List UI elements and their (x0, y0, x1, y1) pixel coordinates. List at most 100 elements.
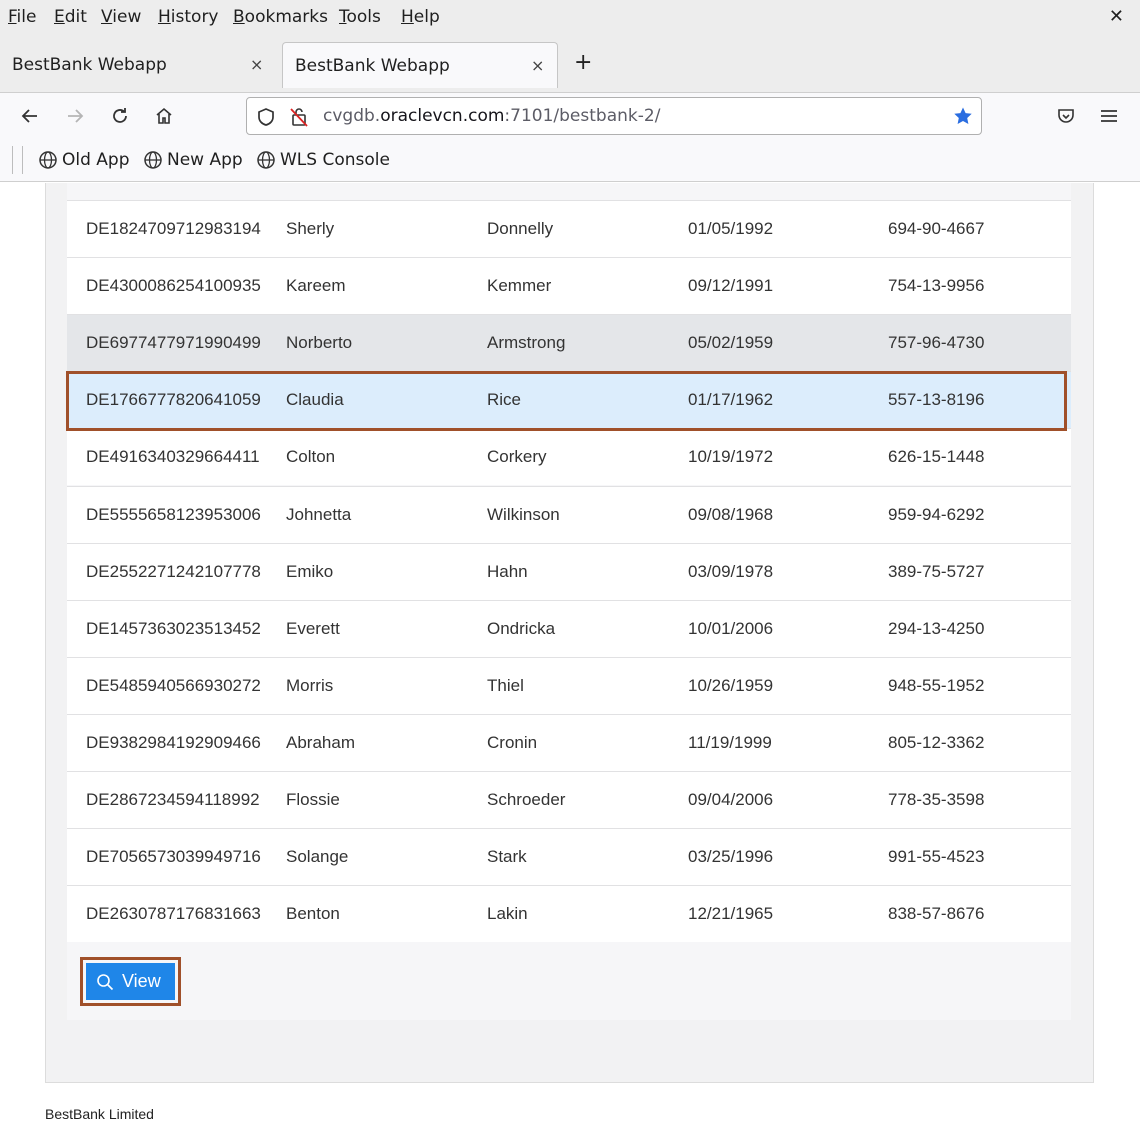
cell-account-id: DE6977477971990499 (86, 333, 261, 352)
cell-last-name: Lakin (487, 904, 528, 923)
cell-account-id: DE5555658123953006 (86, 505, 261, 524)
cell-birth-date: 09/12/1991 (688, 276, 774, 295)
cell-first-name: Morris (286, 676, 334, 695)
cell-account-id: DE4300086254100935 (86, 276, 261, 295)
menu-bookmarks[interactable]: Bookmarks (233, 7, 328, 27)
tracking-shield-icon[interactable] (257, 107, 275, 131)
url-prefix: cvgdb. (323, 106, 381, 126)
bookmark-label: Old App (62, 150, 130, 170)
toolbar-separator (12, 146, 13, 174)
hamburger-menu-icon[interactable] (1098, 105, 1120, 127)
navigation-bar: cvgdb.oraclevcn.com:7101/bestbank-2/ (0, 92, 1140, 140)
back-arrow-icon[interactable] (19, 105, 41, 127)
menu-help[interactable]: Help (401, 7, 440, 27)
table-row[interactable]: DE9382984192909466 Abraham Cronin 11/19/199… (67, 714, 1071, 771)
page-content: DE1824709712983194 Sherly Donnelly 01/05/19… (0, 183, 1140, 1140)
cell-last-name: Thiel (487, 676, 524, 695)
cell-account-id: DE1824709712983194 (86, 219, 261, 238)
cell-first-name: Colton (286, 447, 336, 466)
bookmark-new-app[interactable]: New App (143, 150, 243, 170)
table-row[interactable]: DE6977477971990499 Norberto Armstrong 05/02… (67, 314, 1071, 371)
pocket-icon[interactable] (1055, 105, 1077, 127)
tab-bestbank-2[interactable]: BestBank Webapp × (282, 42, 558, 88)
reload-icon[interactable] (109, 105, 131, 127)
menu-history[interactable]: History (158, 7, 219, 27)
bookmark-label: WLS Console (280, 150, 390, 170)
cell-last-name: Armstrong (487, 333, 566, 352)
tab-bestbank-1[interactable]: BestBank Webapp × (0, 42, 278, 88)
cell-last-name: Donnelly (487, 219, 554, 238)
bookmark-old-app[interactable]: Old App (38, 150, 130, 170)
selected-row-highlight (66, 371, 1067, 431)
menu-file[interactable]: File (8, 7, 36, 27)
menu-tools[interactable]: Tools (339, 7, 381, 27)
table-row[interactable]: DE5485940566930272 Morris Thiel 10/26/1959 9… (67, 657, 1071, 714)
cell-birth-date: 05/02/1959 (688, 333, 774, 352)
globe-icon (144, 151, 162, 169)
cell-first-name: Abraham (286, 733, 355, 752)
cell-birth-date: 12/21/1965 (688, 904, 774, 923)
table-row[interactable]: DE4300086254100935 Kareem Kemmer 09/12/1991… (67, 257, 1071, 314)
cell-ssn: 754-13-9956 (888, 276, 985, 295)
tab-strip: BestBank Webapp × BestBank Webapp × + (0, 38, 1140, 92)
cell-account-id: DE9382984192909466 (86, 733, 261, 752)
cell-ssn: 757-96-4730 (888, 333, 985, 352)
cell-account-id: DE7056573039949716 (86, 847, 261, 866)
menu-edit[interactable]: Edit (54, 7, 87, 27)
cell-last-name: Corkery (487, 447, 547, 466)
tab-close-icon[interactable]: × (250, 55, 263, 74)
view-button[interactable]: View (86, 963, 175, 1000)
bookmark-wls-console[interactable]: WLS Console (256, 150, 390, 170)
table-row[interactable]: DE1824709712983194 Sherly Donnelly 01/05/19… (67, 200, 1071, 257)
view-button-highlight: View (80, 957, 181, 1006)
insecure-lock-icon[interactable] (289, 106, 309, 132)
cell-last-name: Wilkinson (487, 505, 560, 524)
cell-first-name: Norberto (286, 333, 353, 352)
view-button-label: View (122, 971, 161, 991)
url-suffix: :7101/bestbank-2/ (504, 106, 661, 126)
cell-birth-date: 10/01/2006 (688, 619, 774, 638)
bookmarks-toolbar: Old App New App WLS Console (0, 140, 1140, 182)
cell-first-name: Everett (286, 619, 340, 638)
cell-birth-date: 09/08/1968 (688, 505, 774, 524)
cell-first-name: Sherly (286, 219, 335, 238)
url-host: oraclevcn.com (380, 106, 505, 126)
cell-ssn: 778-35-3598 (888, 790, 985, 809)
cell-last-name: Kemmer (487, 276, 552, 295)
table-row[interactable]: DE5555658123953006 Johnetta Wilkinson 09/08… (67, 486, 1071, 543)
cell-account-id: DE2630787176831663 (86, 904, 261, 923)
table-row[interactable]: DE2867234594118992 Flossie Schroeder 09/04/… (67, 771, 1071, 828)
cell-ssn: 694-90-4667 (888, 219, 985, 238)
cell-account-id: DE2867234594118992 (86, 790, 260, 809)
cell-last-name: Ondricka (487, 619, 556, 638)
cell-first-name: Kareem (286, 276, 346, 295)
cell-birth-date: 11/19/1999 (688, 733, 772, 752)
table-row[interactable]: DE4916340329664411 Colton Corkery 10/19/197… (67, 428, 1071, 485)
footer-text: BestBank Limited (45, 1106, 154, 1122)
new-tab-button[interactable]: + (574, 51, 592, 75)
tab-label: BestBank Webapp (295, 56, 450, 76)
search-icon (97, 973, 114, 990)
cell-first-name: Solange (286, 847, 349, 866)
home-icon[interactable] (153, 105, 175, 127)
cell-last-name: Hahn (487, 562, 528, 581)
cell-ssn: 294-13-4250 (888, 619, 985, 638)
window-close-icon[interactable]: ✕ (1109, 6, 1124, 27)
cell-ssn: 626-15-1448 (888, 447, 985, 466)
table-row[interactable]: DE2630787176831663 Benton Lakin 12/21/1965 8… (67, 885, 1071, 942)
table-row[interactable]: DE1457363023513452 Everett Ondricka 10/01/2… (67, 600, 1071, 657)
bookmark-star-icon[interactable] (953, 106, 973, 130)
tab-close-icon[interactable]: × (531, 56, 544, 75)
cell-ssn: 838-57-8676 (888, 904, 985, 923)
tab-label: BestBank Webapp (12, 55, 167, 75)
table-row[interactable]: DE7056573039949716 Solange Stark 03/25/1996… (67, 828, 1071, 885)
menu-view[interactable]: View (101, 7, 141, 27)
url-text[interactable]: cvgdb.oraclevcn.com:7101/bestbank-2/ (323, 106, 660, 126)
url-bar[interactable]: cvgdb.oraclevcn.com:7101/bestbank-2/ (246, 97, 982, 135)
table-row[interactable]: DE2552271242107778 Emiko Hahn 03/09/1978 389… (67, 543, 1071, 600)
cell-first-name: Flossie (286, 790, 340, 809)
cell-ssn: 805-12-3362 (888, 733, 985, 752)
cell-account-id: DE4916340329664411 (86, 447, 260, 466)
forward-arrow-icon[interactable] (64, 105, 86, 127)
cell-birth-date: 10/19/1972 (688, 447, 774, 466)
